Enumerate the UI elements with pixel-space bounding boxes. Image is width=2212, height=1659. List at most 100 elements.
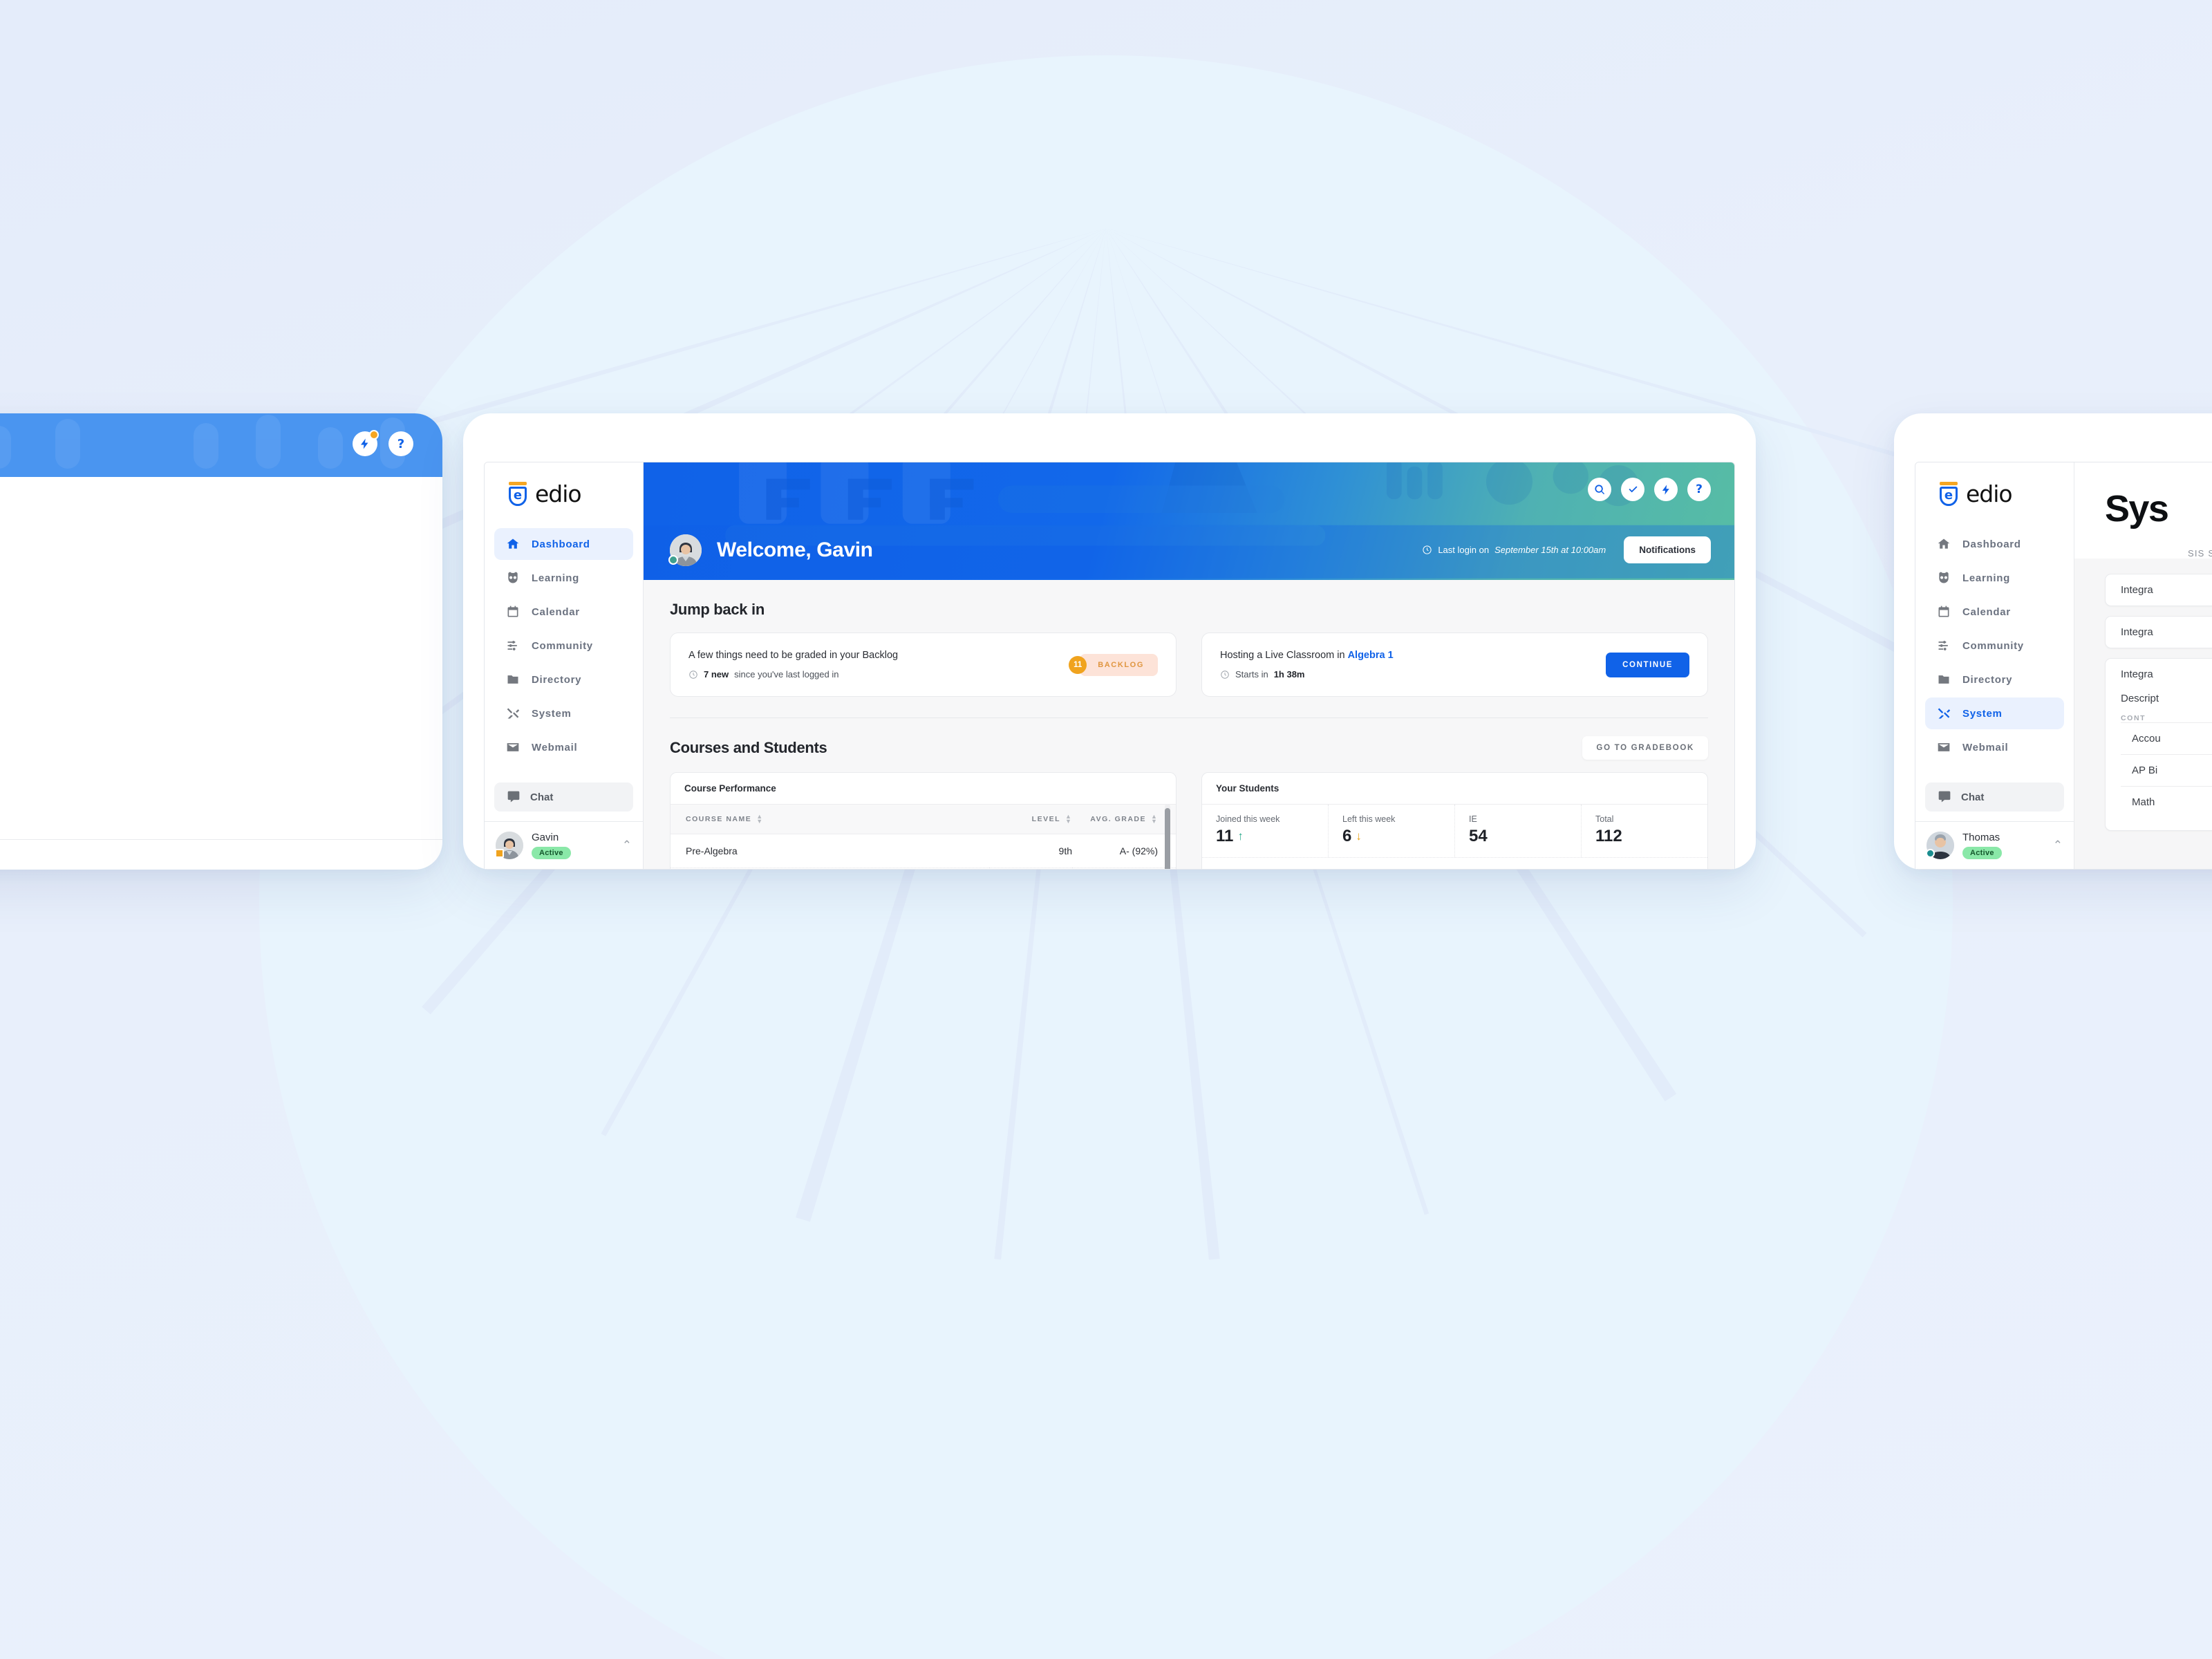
avatar[interactable] <box>668 534 702 566</box>
table-header-row: COURSE NAME ▲ ▼ LEVEL ▲ ▼ AVG. GRADE ▲ ▼ <box>671 803 1176 835</box>
list-item[interactable]: AP Bi <box>2121 754 2212 786</box>
integration-card-expanded[interactable]: Integra Descript CONT Accou AP Bi Math <box>2105 658 2212 831</box>
community-icon <box>1936 638 1951 653</box>
cell-course-name: Pre-Algebra <box>671 834 989 869</box>
integration-card[interactable]: Integra <box>2105 574 2212 606</box>
folder-icon <box>505 672 521 687</box>
sidebar-item-webmail[interactable]: Webmail <box>494 731 633 763</box>
cell-course-name: Algebra 1 <box>671 868 989 869</box>
sort-icon: ▲ ▼ <box>756 813 764 825</box>
owl-icon <box>505 570 521 585</box>
right-sidebar-logo[interactable]: e edio <box>1915 462 2074 523</box>
check-circle-icon[interactable] <box>1621 478 1644 501</box>
avatar <box>1926 832 1954 859</box>
dashboard-content: Jump back in A few things need to be gra… <box>644 580 1734 869</box>
continue-button[interactable]: CONTINUE <box>1606 652 1689 677</box>
sidebar-item-community[interactable]: Community <box>1925 630 2064 662</box>
column-header-level[interactable]: LEVEL ▲ ▼ <box>989 803 1073 835</box>
integration-card-title: Integra <box>2121 668 2153 680</box>
center-sidebar-logo[interactable]: e edio <box>485 462 643 523</box>
sidebar-item-label: Learning <box>532 572 579 584</box>
chat-label: Chat <box>530 791 554 803</box>
list-item[interactable]: Accou <box>2121 722 2212 754</box>
chat-button[interactable]: Chat <box>1925 782 2064 812</box>
cell-avg-grade: A- (92%) <box>1072 868 1176 869</box>
table-scrollbar-thumb[interactable] <box>1165 808 1170 869</box>
backlog-action[interactable]: 11 BACKLOG <box>1069 653 1158 676</box>
chevron-up-icon[interactable]: ⌃ <box>622 838 632 852</box>
stat-label: Left this week <box>1342 814 1396 824</box>
status-badge: Active <box>1962 846 2002 859</box>
sidebar-item-calendar[interactable]: Calendar <box>1925 596 2064 628</box>
sort-icon: ▲ ▼ <box>1065 813 1073 825</box>
search-icon[interactable] <box>1588 478 1611 501</box>
sidebar-item-calendar[interactable]: Calendar <box>494 596 633 628</box>
left-window: ? e edio ••• REMOVE MUTE WEBMAIL <box>0 413 442 870</box>
tools-icon <box>505 706 521 721</box>
last-login-prefix: Last login on <box>1438 545 1490 555</box>
chat-button[interactable]: Chat <box>494 782 633 812</box>
calendar-icon <box>505 604 521 619</box>
sidebar-item-directory[interactable]: Directory <box>494 664 633 695</box>
list-item[interactable]: Math <box>2121 786 2212 818</box>
your-students-panel: Your Students Joined this week 11 ↑ Left th… <box>1201 772 1708 869</box>
bolt-icon[interactable] <box>1654 478 1678 501</box>
sidebar-item-learning[interactable]: Learning <box>494 562 633 594</box>
hero-banner: ? Welcome, Gavin Last login on September… <box>644 462 1734 580</box>
center-profile-row[interactable]: Gavin Active ⌃ <box>485 821 643 869</box>
sidebar-item-label: System <box>1962 707 2003 720</box>
center-sidebar-logo-text: edio <box>535 480 582 507</box>
sidebar-item-dashboard[interactable]: Dashboard <box>494 528 633 560</box>
center-sidebar-nav: Dashboard Learning Calendar Community Direct… <box>485 523 643 765</box>
sort-icon: ▲ ▼ <box>1151 813 1159 825</box>
backlog-badge-count: 11 <box>1069 655 1087 674</box>
live-classroom-card[interactable]: Hosting a Live Classroom in Algebra 1 St… <box>1201 632 1708 697</box>
right-app-frame: e edio Dashboard Learning Calendar Communit… <box>1915 462 2212 870</box>
courses-section-head: Courses and Students GO TO GRADEBOOK <box>670 736 1708 760</box>
table-row[interactable]: Pre-Algebra 9th A- (92%) <box>671 834 1176 869</box>
calendar-icon <box>1936 604 1951 619</box>
clock-icon <box>1221 670 1229 679</box>
table-row[interactable]: Algebra 19thA- (92%) <box>671 868 1176 869</box>
help-icon[interactable]: ? <box>388 431 413 456</box>
chevron-up-icon[interactable]: ⌃ <box>2053 838 2063 852</box>
cell-avg-grade: A- (92%) <box>1072 834 1176 869</box>
right-page-head: Sys SIS S <box>2074 462 2212 559</box>
owl-icon <box>1936 570 1951 585</box>
sidebar-item-system[interactable]: System <box>1925 697 2064 729</box>
sidebar-item-dashboard[interactable]: Dashboard <box>1925 528 2064 560</box>
sidebar-item-directory[interactable]: Directory <box>1925 664 2064 695</box>
sidebar-item-label: Dashboard <box>532 538 590 550</box>
stat-value: 6 ↓ <box>1342 827 1362 845</box>
column-header-course-name[interactable]: COURSE NAME ▲ ▼ <box>671 803 989 835</box>
stat-value: 112 <box>1595 827 1622 845</box>
backlog-card-title: A few things need to be graded in your B… <box>688 650 899 661</box>
bolt-icon[interactable] <box>353 430 379 456</box>
course-link-algebra-1[interactable]: Algebra 1 <box>1348 650 1394 661</box>
notifications-button[interactable]: Notifications <box>1624 536 1711 563</box>
course-performance-table: COURSE NAME ▲ ▼ LEVEL ▲ ▼ AVG. GRADE ▲ ▼ Pre-A… <box>671 803 1176 869</box>
sidebar-item-system[interactable]: System <box>494 697 633 729</box>
stat-label: Joined this week <box>1216 814 1280 824</box>
backlog-card[interactable]: A few things need to be graded in your B… <box>670 632 1177 697</box>
right-profile-row[interactable]: Thomas Active ⌃ <box>1915 821 2074 869</box>
table-row: Students w/ Total Students <box>0 839 442 870</box>
section-title-jump-back-in: Jump back in <box>670 601 765 618</box>
sidebar-item-learning[interactable]: Learning <box>1925 562 2064 594</box>
help-icon[interactable]: ? <box>1687 478 1711 501</box>
backlog-button[interactable]: BACKLOG <box>1080 653 1158 676</box>
stat-joined-this-week: Joined this week 11 ↑ <box>1202 805 1329 857</box>
home-icon <box>1936 536 1951 552</box>
column-header-avg-grade[interactable]: AVG. GRADE ▲ ▼ <box>1072 803 1176 835</box>
sidebar-item-community[interactable]: Community <box>494 630 633 662</box>
sidebar-item-webmail[interactable]: Webmail <box>1925 731 2064 763</box>
sidebar-item-label: Learning <box>1962 572 2010 584</box>
right-page-body: Integra Integra Integra Descript CONT Ac… <box>2074 559 2212 869</box>
go-to-gradebook-button[interactable]: GO TO GRADEBOOK <box>1582 736 1708 760</box>
edio-logo-mark-icon: e <box>1938 481 1960 507</box>
integration-card[interactable]: Integra <box>2105 616 2212 648</box>
center-app-frame: e edio Dashboard Learning Calendar Communit… <box>484 462 1735 870</box>
content-section-label: CONT <box>2121 714 2146 722</box>
last-login-text: Last login on September 15th at 10:00am <box>1422 545 1606 555</box>
sidebar-item-label: System <box>532 707 572 720</box>
